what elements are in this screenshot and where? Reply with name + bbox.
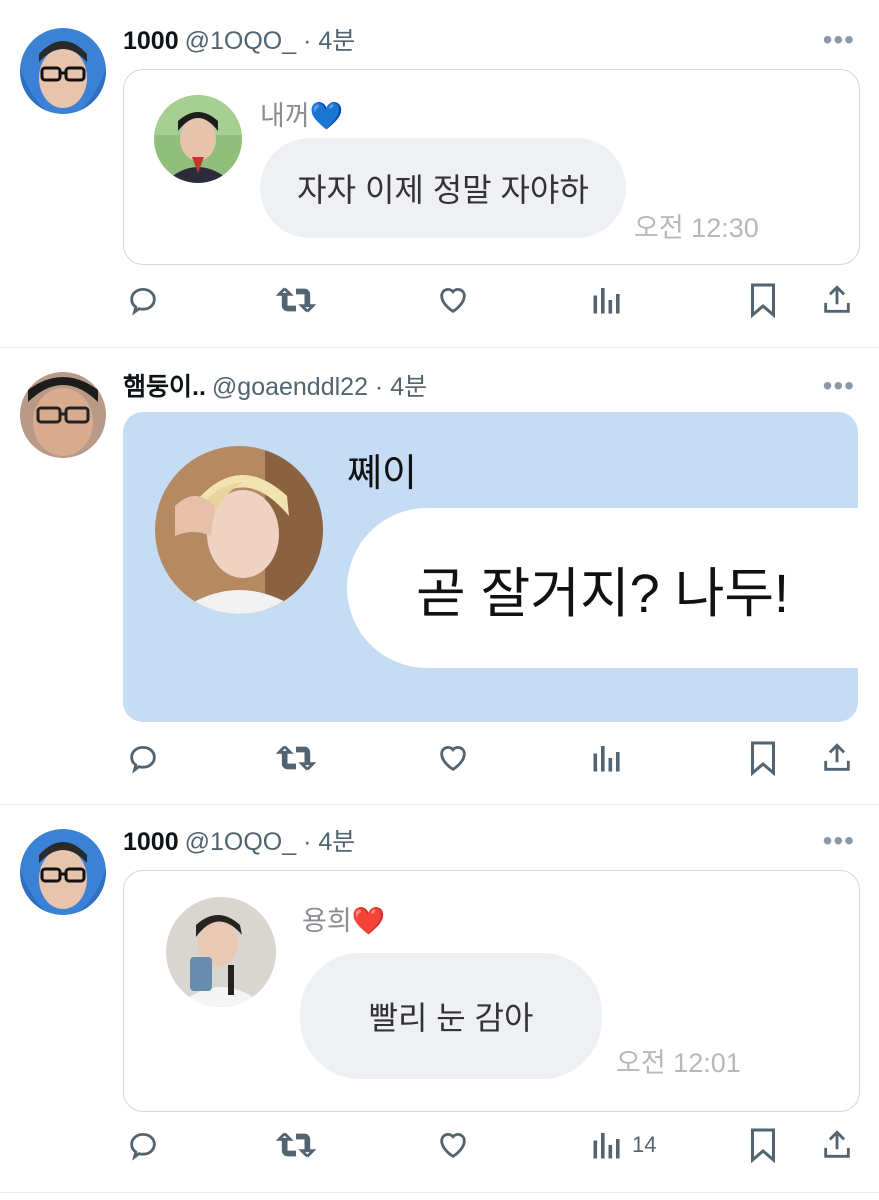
- retweet-icon: [276, 745, 316, 771]
- views-button[interactable]: 14: [592, 1125, 656, 1165]
- chat-profile-photo: [154, 95, 242, 183]
- bookmark-icon: [751, 741, 775, 776]
- chat-message-bubble: 빨리 눈 감아: [300, 953, 602, 1079]
- retweet-icon: [276, 287, 316, 313]
- action-bar: 14: [0, 1125, 879, 1165]
- more-options-icon[interactable]: •••: [823, 825, 855, 857]
- like-button[interactable]: [435, 738, 471, 778]
- views-count: 14: [632, 1132, 657, 1157]
- share-icon: [824, 285, 850, 313]
- chat-message-bubble: 곧 잘거지? 나두!: [347, 508, 858, 668]
- views-icon: [593, 1133, 620, 1159]
- bookmark-button[interactable]: [748, 1125, 778, 1165]
- like-button[interactable]: [435, 280, 471, 320]
- like-icon: [440, 288, 466, 313]
- handle-and-time[interactable]: @1OQO_ · 4분: [185, 828, 356, 856]
- action-bar: [0, 280, 879, 320]
- action-bar: [0, 738, 879, 778]
- reply-button[interactable]: [126, 1125, 160, 1165]
- tweet-2[interactable]: 햄둥이.. @goaenddl22 · 4분 ••• 쪠이 곧 잘거지? 나두!: [0, 348, 879, 804]
- reply-button[interactable]: [126, 738, 160, 778]
- views-button[interactable]: [592, 738, 632, 778]
- handle-and-time[interactable]: @1OQO_ · 4분: [185, 27, 356, 55]
- chat-screenshot-card[interactable]: 내꺼💙 자자 이제 정말 자야하 오전 12:30: [123, 69, 860, 265]
- views-icon: [593, 288, 620, 314]
- chat-sender-name: 내꺼💙: [260, 101, 344, 131]
- chat-profile-photo: [166, 897, 276, 1007]
- retweet-icon: [276, 1132, 316, 1158]
- tweet-header: 1000 @1OQO_ · 4분: [123, 26, 355, 56]
- bookmark-button[interactable]: [748, 280, 778, 320]
- retweet-button[interactable]: [276, 738, 316, 778]
- like-icon: [440, 746, 466, 771]
- more-options-icon[interactable]: •••: [823, 370, 855, 402]
- chat-sender-name: 용희❤️: [302, 906, 386, 936]
- avatar[interactable]: [20, 829, 106, 915]
- reply-icon: [130, 1132, 156, 1161]
- chat-sender-name: 쪠이: [347, 453, 417, 495]
- bookmark-icon: [751, 1128, 775, 1163]
- share-button[interactable]: [820, 738, 854, 778]
- tweet-3[interactable]: 1000 @1OQO_ · 4분 ••• 용희❤️ 빨리 눈 감아 오전 12:0…: [0, 805, 879, 1200]
- chat-timestamp: 오전 12:01: [616, 1048, 741, 1078]
- retweet-button[interactable]: [276, 1125, 316, 1165]
- display-name[interactable]: 1000: [123, 27, 179, 55]
- tweet-header: 1000 @1OQO_ · 4분: [123, 827, 355, 857]
- views-button[interactable]: [592, 280, 632, 320]
- chat-screenshot-card[interactable]: 쪠이 곧 잘거지? 나두!: [123, 412, 858, 722]
- blue-heart-emoji: 💙: [309, 101, 344, 131]
- share-icon: [824, 743, 850, 771]
- reply-button[interactable]: [126, 280, 160, 320]
- share-button[interactable]: [820, 280, 854, 320]
- handle-and-time[interactable]: @goaenddl22 · 4분: [212, 373, 427, 401]
- reply-icon: [130, 287, 156, 316]
- views-icon: [593, 746, 620, 772]
- chat-profile-photo: [155, 446, 323, 614]
- retweet-button[interactable]: [276, 280, 316, 320]
- tweet-divider: [0, 1192, 879, 1193]
- like-button[interactable]: [435, 1125, 471, 1165]
- share-button[interactable]: [820, 1125, 854, 1165]
- like-icon: [440, 1133, 466, 1158]
- chat-message-bubble: 자자 이제 정말 자야하: [260, 138, 626, 238]
- bookmark-icon: [751, 283, 775, 318]
- chat-screenshot-card[interactable]: 용희❤️ 빨리 눈 감아 오전 12:01: [123, 870, 860, 1112]
- display-name[interactable]: 햄둥이..: [123, 373, 206, 401]
- bookmark-button[interactable]: [748, 738, 778, 778]
- tweet-1[interactable]: 1000 @1OQO_ · 4분 ••• 내꺼💙 자자 이제 정말 자야하 오전 …: [0, 0, 879, 348]
- display-name[interactable]: 1000: [123, 828, 179, 856]
- share-icon: [824, 1130, 850, 1158]
- red-heart-emoji: ❤️: [351, 906, 386, 936]
- reply-icon: [130, 745, 156, 774]
- avatar[interactable]: [20, 372, 106, 458]
- tweet-header: 햄둥이.. @goaenddl22 · 4분: [123, 372, 427, 402]
- avatar[interactable]: [20, 28, 106, 114]
- chat-timestamp: 오전 12:30: [634, 213, 759, 243]
- more-options-icon[interactable]: •••: [823, 24, 855, 56]
